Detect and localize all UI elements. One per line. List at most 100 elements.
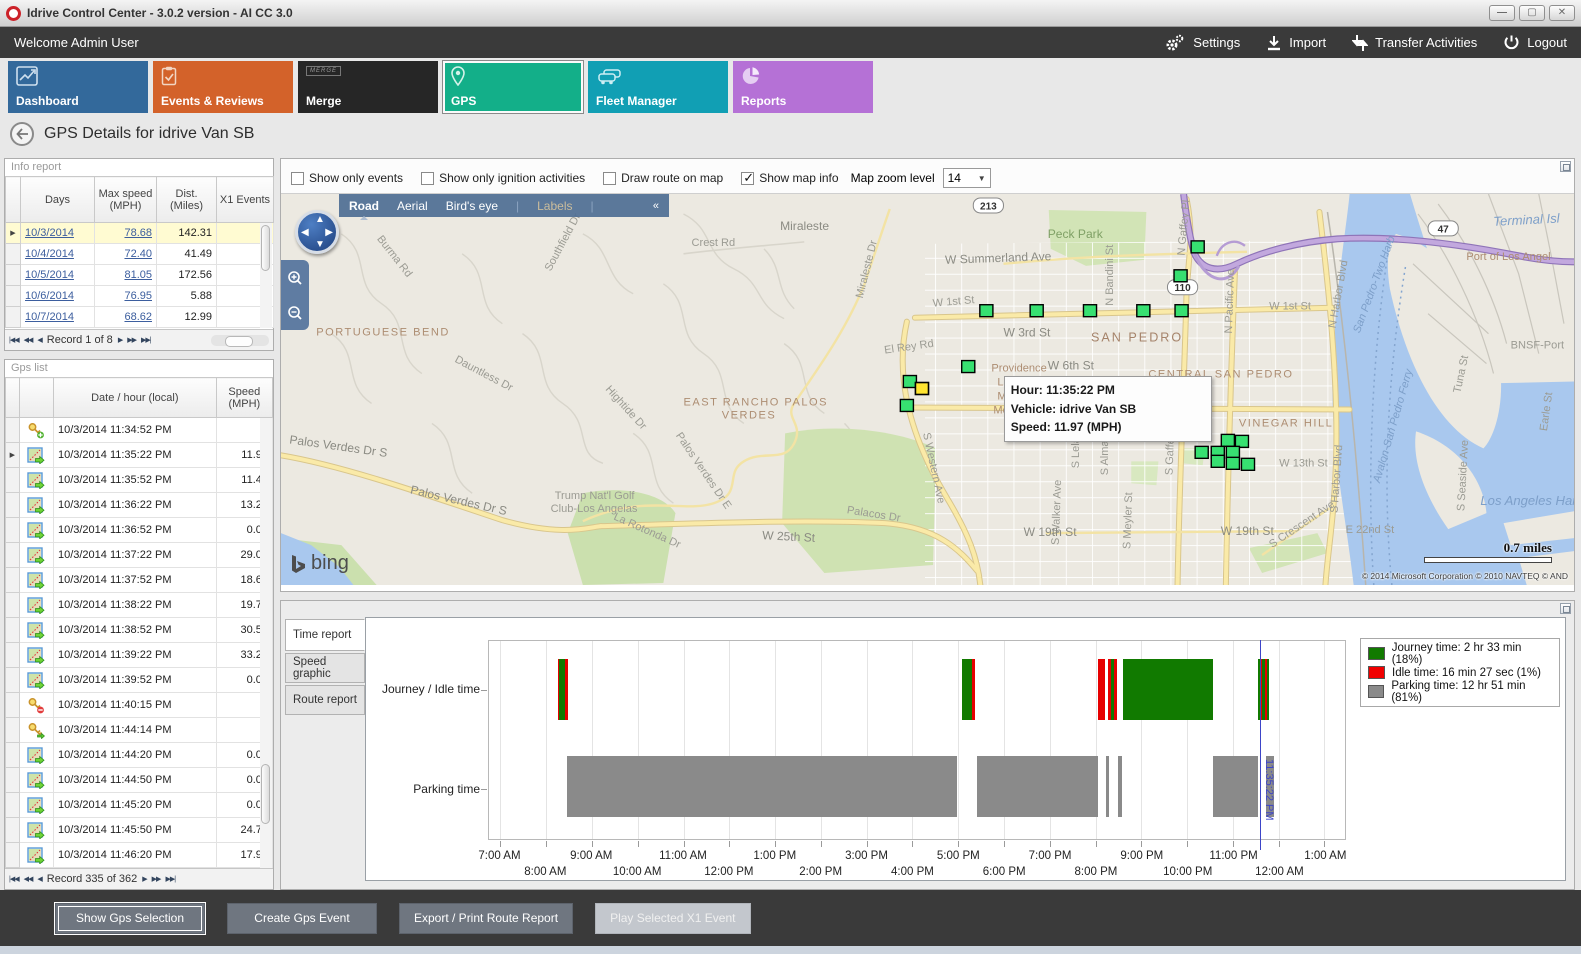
gps-marker[interactable] [1241,458,1254,470]
tab-gps[interactable]: GPS [443,61,583,113]
cell-days[interactable]: 10/4/2014 [21,244,95,265]
gps-marker[interactable] [1137,305,1150,317]
map-style-birds-eye[interactable]: Bird's eye [446,199,498,213]
gps-list-row[interactable]: 10/3/2014 11:39:52 PM0.00 [6,668,273,693]
cell-datetime[interactable]: 10/3/2014 11:35:22 PM [53,443,216,468]
info-report-row[interactable]: ▶10/3/201478.68142.31 [6,223,274,244]
gps-marker[interactable] [1174,270,1187,282]
gps-list-pager[interactable]: |◀◀ ◀◀ ◀ Record 335 of 362 ▶ ▶▶ ▶▶| [5,868,273,889]
transfer-activities-button[interactable]: Transfer Activities [1352,34,1477,52]
col-speed[interactable]: Speed (MPH) [216,378,272,418]
chart-panel-collapse-button[interactable] [1560,603,1571,614]
tab-dashboard[interactable]: Dashboard [8,61,148,113]
cell-days[interactable]: 10/7/2014 [21,307,95,328]
gps-marker[interactable] [1191,241,1204,253]
pan-down-icon[interactable]: ▼ [315,239,325,250]
gps-marker[interactable] [1030,305,1043,317]
col-x1-events[interactable]: X1 Events [217,177,274,223]
tab-fleet-manager[interactable]: Fleet Manager [588,61,728,113]
bing-map[interactable]: 213 110 47 Burma Rd Crest Rd Southfield … [281,194,1574,585]
gps-list-row[interactable]: 10/3/2014 11:44:20 PM0.00 [6,743,273,768]
gps-marker[interactable] [1226,457,1239,469]
pan-left-icon[interactable]: ◀ [301,227,309,238]
cell-max-speed[interactable]: 68.62 [95,307,157,328]
cell-datetime[interactable]: 10/3/2014 11:44:20 PM [53,743,216,768]
cell-max-speed[interactable]: 72.40 [95,244,157,265]
gps-list-row[interactable]: 10/3/2014 11:40:15 PM [6,693,273,718]
col-max-speed[interactable]: Max speed (MPH) [95,177,157,223]
pan-right-icon[interactable]: ▶ [325,227,333,238]
gps-list-row[interactable]: 10/3/2014 11:35:52 PM11.47 [6,468,273,493]
cell-max-speed[interactable]: 81.05 [95,265,157,286]
cell-max-speed[interactable]: 76.95 [95,286,157,307]
gps-list-row[interactable]: 10/3/2014 11:45:50 PM24.75 [6,818,273,843]
cell-datetime[interactable]: 10/3/2014 11:38:52 PM [53,618,216,643]
checkbox-show-only-ignition[interactable]: Show only ignition activities [421,171,585,185]
pager-prev-icon[interactable]: ◀ [37,336,41,344]
info-report-row[interactable]: 10/4/201472.4041.49 [6,244,274,265]
gps-list-row[interactable]: 10/3/2014 11:38:52 PM30.55 [6,618,273,643]
map-zoom-select[interactable]: 14 ▼ [943,168,991,188]
pager-last-icon[interactable]: ▶▶| [165,875,175,883]
gps-list-row[interactable]: 10/3/2014 11:38:22 PM19.70 [6,593,273,618]
checkbox-show-map-info[interactable]: Show map info [741,171,838,185]
cell-datetime[interactable]: 10/3/2014 11:44:14 PM [53,718,216,743]
pager-next-page-icon[interactable]: ▶▶ [127,336,136,344]
info-report-scrollbar[interactable] [260,223,272,328]
tab-reports[interactable]: Reports [733,61,873,113]
gps-list-row[interactable]: 10/3/2014 11:36:22 PM13.28 [6,493,273,518]
pan-up-icon[interactable]: ▲ [315,214,325,225]
pager-hscrollbar[interactable] [211,335,269,346]
checkbox-show-only-events[interactable]: Show only events [291,171,403,185]
gps-list-row[interactable]: 10/3/2014 11:39:22 PM33.21 [6,643,273,668]
map-style-road[interactable]: Road [349,199,379,213]
cell-max-speed[interactable]: 78.68 [95,223,157,244]
gps-marker-current[interactable] [915,383,928,395]
col-dist[interactable]: Dist. (Miles) [157,177,217,223]
pager-last-icon[interactable]: ▶▶| [141,336,151,344]
create-gps-event-button[interactable]: Create Gps Event [227,903,377,934]
col-days[interactable]: Days [21,177,95,223]
pager-next-icon[interactable]: ▶ [118,336,122,344]
back-button[interactable] [10,122,34,146]
cell-datetime[interactable]: 10/3/2014 11:45:50 PM [53,818,216,843]
cell-days[interactable]: 10/3/2014 [21,223,95,244]
gps-marker[interactable] [962,361,975,373]
pager-prev-page-icon[interactable]: ◀◀ [24,336,33,344]
play-selected-x1-event-button[interactable]: Play Selected X1 Event [595,903,750,934]
gps-list-row[interactable]: 10/3/2014 11:34:52 PM [6,418,273,443]
close-button[interactable]: ✕ [1549,5,1575,21]
zoom-in-icon[interactable] [287,270,303,286]
gps-marker[interactable] [900,399,913,411]
cell-days[interactable]: 10/5/2014 [21,265,95,286]
gps-list-row[interactable]: 10/3/2014 11:36:52 PM0.00 [6,518,273,543]
gps-list-row[interactable]: 10/3/2014 11:46:20 PM17.93 [6,843,273,868]
gps-marker[interactable] [980,305,993,317]
gps-list-row[interactable]: 10/3/2014 11:44:14 PM [6,718,273,743]
cell-datetime[interactable]: 10/3/2014 11:39:22 PM [53,643,216,668]
gps-marker[interactable] [903,376,916,388]
map-compass-control[interactable]: ▲ ▼ ◀ ▶ [295,210,339,254]
cell-datetime[interactable]: 10/3/2014 11:35:52 PM [53,468,216,493]
gps-list-scrollbar[interactable] [260,418,272,868]
cell-datetime[interactable]: 10/3/2014 11:40:15 PM [53,693,216,718]
cell-datetime[interactable]: 10/3/2014 11:37:52 PM [53,568,216,593]
gps-marker[interactable] [1235,435,1248,447]
settings-button[interactable]: Settings [1164,34,1240,52]
info-report-row[interactable]: 10/7/201468.6212.99 [6,307,274,328]
gps-marker[interactable] [1221,434,1234,446]
checkbox-draw-route[interactable]: Draw route on map [603,171,723,185]
map-view[interactable]: 213 110 47 Burma Rd Crest Rd Southfield … [281,193,1574,585]
cell-datetime[interactable]: 10/3/2014 11:38:22 PM [53,593,216,618]
gps-list-row[interactable]: 10/3/2014 11:37:22 PM29.05 [6,543,273,568]
maximize-button[interactable]: ▢ [1519,5,1545,21]
pager-prev-page-icon[interactable]: ◀◀ [24,875,33,883]
zoom-out-icon[interactable] [287,305,303,321]
tab-events-reviews[interactable]: Events & Reviews [153,61,293,113]
cell-datetime[interactable]: 10/3/2014 11:37:22 PM [53,543,216,568]
cell-datetime[interactable]: 10/3/2014 11:36:22 PM [53,493,216,518]
show-gps-selection-button[interactable]: Show Gps Selection [55,903,205,934]
cell-datetime[interactable]: 10/3/2014 11:45:20 PM [53,793,216,818]
cell-days[interactable]: 10/6/2014 [21,286,95,307]
info-report-pager[interactable]: |◀◀ ◀◀ ◀ Record 1 of 8 ▶ ▶▶ ▶▶| [5,329,273,350]
